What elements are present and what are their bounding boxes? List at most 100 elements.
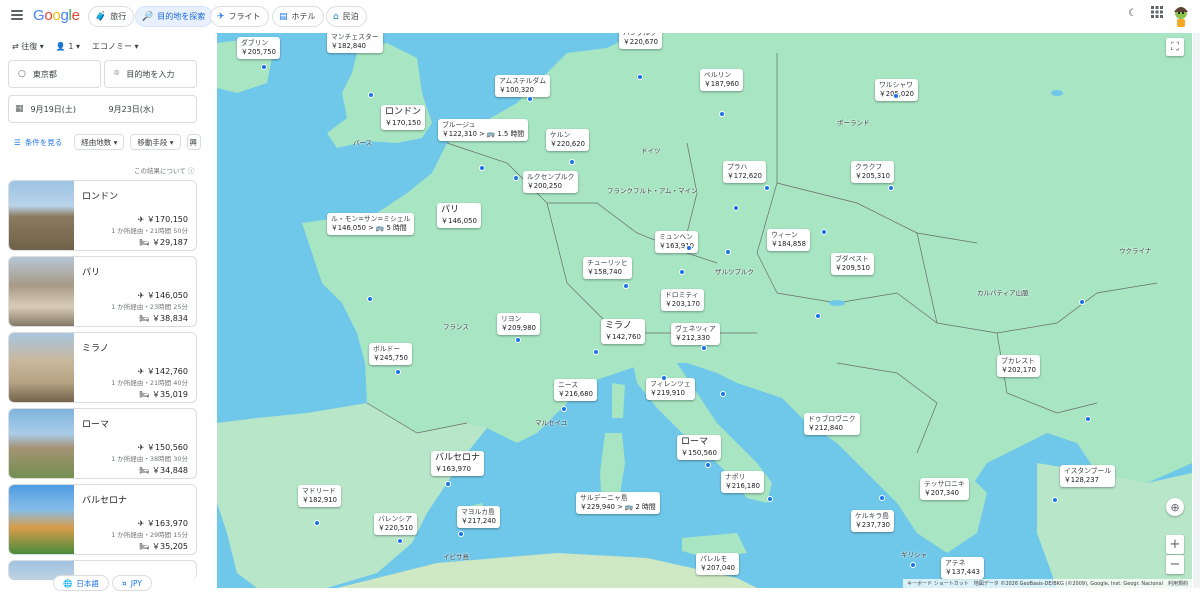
- result-card-london[interactable]: ロンドン ✈ ￥170,150 1 か所経由・21時間 50分 🛏 ￥29,18…: [8, 180, 197, 251]
- account-avatar[interactable]: [1170, 4, 1192, 28]
- poi-dot[interactable]: [513, 175, 519, 181]
- date-field[interactable]: ▦ 9月19日(土) 9月23日(水): [8, 95, 197, 123]
- city-marker[interactable]: マドリード ￥182,910: [298, 485, 341, 507]
- show-filters-button[interactable]: ☰ 条件を見る: [8, 134, 69, 150]
- poi-dot[interactable]: [701, 345, 707, 351]
- menu-icon[interactable]: [11, 10, 23, 20]
- google-logo[interactable]: Google: [33, 7, 80, 24]
- city-marker[interactable]: ブダペスト ￥209,510: [831, 253, 874, 275]
- city-marker[interactable]: パレルモ ￥207,040: [696, 553, 739, 575]
- city-marker[interactable]: ブルージュ ￥122,310 > 🚌 1.5 時間: [438, 119, 529, 141]
- city-marker[interactable]: クラクフ ￥205,310: [851, 161, 894, 183]
- city-marker[interactable]: ローマ ￥150,560: [677, 435, 721, 460]
- poi-dot[interactable]: [367, 296, 373, 302]
- poi-dot[interactable]: [815, 313, 821, 319]
- tab-explore[interactable]: 🔎 目的地を探索: [135, 6, 214, 27]
- poi-dot[interactable]: [888, 185, 894, 191]
- poi-dot[interactable]: [623, 283, 629, 289]
- city-marker[interactable]: マンチェスター ￥182,840: [327, 33, 383, 53]
- city-marker[interactable]: ニース ￥216,680: [554, 379, 597, 401]
- city-marker[interactable]: ロンドン ￥170,150: [381, 105, 426, 130]
- location-button[interactable]: ⊕: [1166, 498, 1184, 516]
- depart-date[interactable]: 9月19日(土): [31, 104, 109, 115]
- stops-filter[interactable]: 経由地数 ▾: [74, 134, 125, 150]
- city-marker[interactable]: アテネ ￥137,443: [941, 557, 984, 579]
- poi-dot[interactable]: [637, 74, 643, 80]
- map[interactable]: ポーランド ドイツ ウクライナ フランス カルパティア山脈 フランクフルト・アム・マインザ…: [217, 33, 1192, 588]
- city-marker[interactable]: チューリッヒ ￥158,740: [583, 257, 632, 279]
- page-scrollbar[interactable]: [1193, 33, 1200, 588]
- result-card-milan[interactable]: ミラノ ✈ ￥142,760 1 か所経由・21時間 40分 🛏 ￥35,019: [8, 332, 197, 403]
- poi-dot[interactable]: [1085, 416, 1091, 422]
- city-marker[interactable]: プラハ ￥172,620: [723, 161, 766, 183]
- poi-dot[interactable]: [1079, 299, 1085, 305]
- zoom-out-button[interactable]: −: [1166, 555, 1184, 574]
- city-marker[interactable]: バルセロナ ￥163,970: [431, 451, 485, 476]
- zoom-in-button[interactable]: +: [1166, 535, 1184, 554]
- city-marker[interactable]: ケルン ￥220,620: [546, 129, 589, 151]
- poi-dot[interactable]: [879, 495, 885, 501]
- poi-dot[interactable]: [764, 185, 770, 191]
- fullscreen-button[interactable]: ⛶: [1166, 38, 1184, 56]
- poi-dot[interactable]: [368, 92, 374, 98]
- poi-dot[interactable]: [593, 349, 599, 355]
- city-marker[interactable]: パリ ￥146,050: [437, 203, 481, 228]
- poi-dot[interactable]: [1052, 497, 1058, 503]
- city-marker[interactable]: リヨン ￥209,980: [497, 313, 540, 335]
- city-marker[interactable]: ヴェネツィア ￥212,330: [671, 323, 720, 345]
- language-button[interactable]: 🌐 日本語: [53, 575, 109, 591]
- tab-flights[interactable]: ✈ フライト: [210, 6, 269, 27]
- city-marker[interactable]: マヨルカ島 ￥217,240: [457, 506, 500, 528]
- result-card-paris[interactable]: パリ ✈ ￥146,050 1 か所経由・23時間 25分 🛏 ￥38,834: [8, 256, 197, 327]
- poi-dot[interactable]: [515, 337, 521, 343]
- poi-dot[interactable]: [395, 369, 401, 375]
- origin-field[interactable]: ○ 東京都: [8, 60, 101, 88]
- tab-hotels[interactable]: ▤ ホテル: [272, 6, 324, 27]
- poi-dot[interactable]: [893, 93, 899, 99]
- city-marker[interactable]: バレンシア ￥220,510: [374, 513, 417, 535]
- city-marker[interactable]: サルデーニャ島 ￥229,940 > 🚌 2 時間: [576, 492, 660, 514]
- city-marker[interactable]: テッサロニキ ￥207,340: [920, 478, 969, 500]
- city-marker[interactable]: ブカレスト ￥202,170: [997, 355, 1040, 377]
- map-attribution[interactable]: キーボード ショートカット 地図データ ©2026 GeoBasis-DE/BK…: [903, 579, 1192, 588]
- poi-dot[interactable]: [705, 462, 711, 468]
- city-marker[interactable]: ケルキラ島 ￥237,730: [851, 510, 894, 532]
- city-marker[interactable]: ドゥブロヴニク ￥212,840: [804, 413, 860, 435]
- city-marker[interactable]: ハンブルク ￥220,670: [619, 33, 662, 49]
- poi-dot[interactable]: [561, 406, 567, 412]
- city-marker[interactable]: ミラノ ￥142,760: [601, 319, 645, 344]
- poi-dot[interactable]: [569, 159, 575, 165]
- city-marker[interactable]: ルクセンブルク ￥200,250: [523, 171, 579, 193]
- city-marker[interactable]: ル・モン=サン=ミシェル ￥146,050 > 🚌 5 時間: [327, 213, 415, 235]
- poi-dot[interactable]: [261, 64, 267, 70]
- city-marker[interactable]: ダブリン ￥205,750: [237, 37, 280, 59]
- passenger-select[interactable]: 👤 1 ▾: [56, 42, 80, 51]
- return-date[interactable]: 9月23日(水): [109, 104, 155, 115]
- about-results[interactable]: この結果について ⓘ: [134, 165, 194, 175]
- poi-dot[interactable]: [725, 249, 731, 255]
- transport-filter[interactable]: 移動手段 ▾: [130, 134, 181, 150]
- apps-grid-icon[interactable]: [1151, 6, 1163, 21]
- city-marker[interactable]: イスタンブール ￥128,237: [1060, 465, 1116, 487]
- poi-dot[interactable]: [821, 229, 827, 235]
- tab-travel[interactable]: 🧳 旅行: [88, 6, 135, 27]
- poi-dot[interactable]: [458, 531, 464, 537]
- poi-dot[interactable]: [733, 205, 739, 211]
- cabin-select[interactable]: エコノミー ▾: [92, 41, 139, 52]
- poi-dot[interactable]: [679, 269, 685, 275]
- poi-dot[interactable]: [767, 496, 773, 502]
- dark-mode-icon[interactable]: ☾: [1128, 8, 1137, 19]
- poi-dot[interactable]: [314, 520, 320, 526]
- city-marker[interactable]: ドロミティ ￥203,170: [661, 289, 704, 311]
- poi-dot[interactable]: [445, 481, 451, 487]
- currency-button[interactable]: ¤ JPY: [112, 575, 152, 591]
- poi-dot[interactable]: [397, 538, 403, 544]
- result-card-barcelona[interactable]: バルセロナ ✈ ￥163,970 1 か所経由・29時間 15分 🛏 ￥35,2…: [8, 484, 197, 555]
- poi-dot[interactable]: [479, 165, 485, 171]
- poi-dot[interactable]: [686, 245, 692, 251]
- city-marker[interactable]: ナポリ ￥216,180: [721, 471, 764, 493]
- city-marker[interactable]: ベルリン ￥187,960: [700, 69, 743, 91]
- trip-type-select[interactable]: ⇄ 往復 ▾: [12, 41, 44, 52]
- city-marker[interactable]: フィレンツェ ￥219,910: [646, 378, 695, 400]
- city-marker[interactable]: ウィーン ￥184,858: [767, 229, 810, 251]
